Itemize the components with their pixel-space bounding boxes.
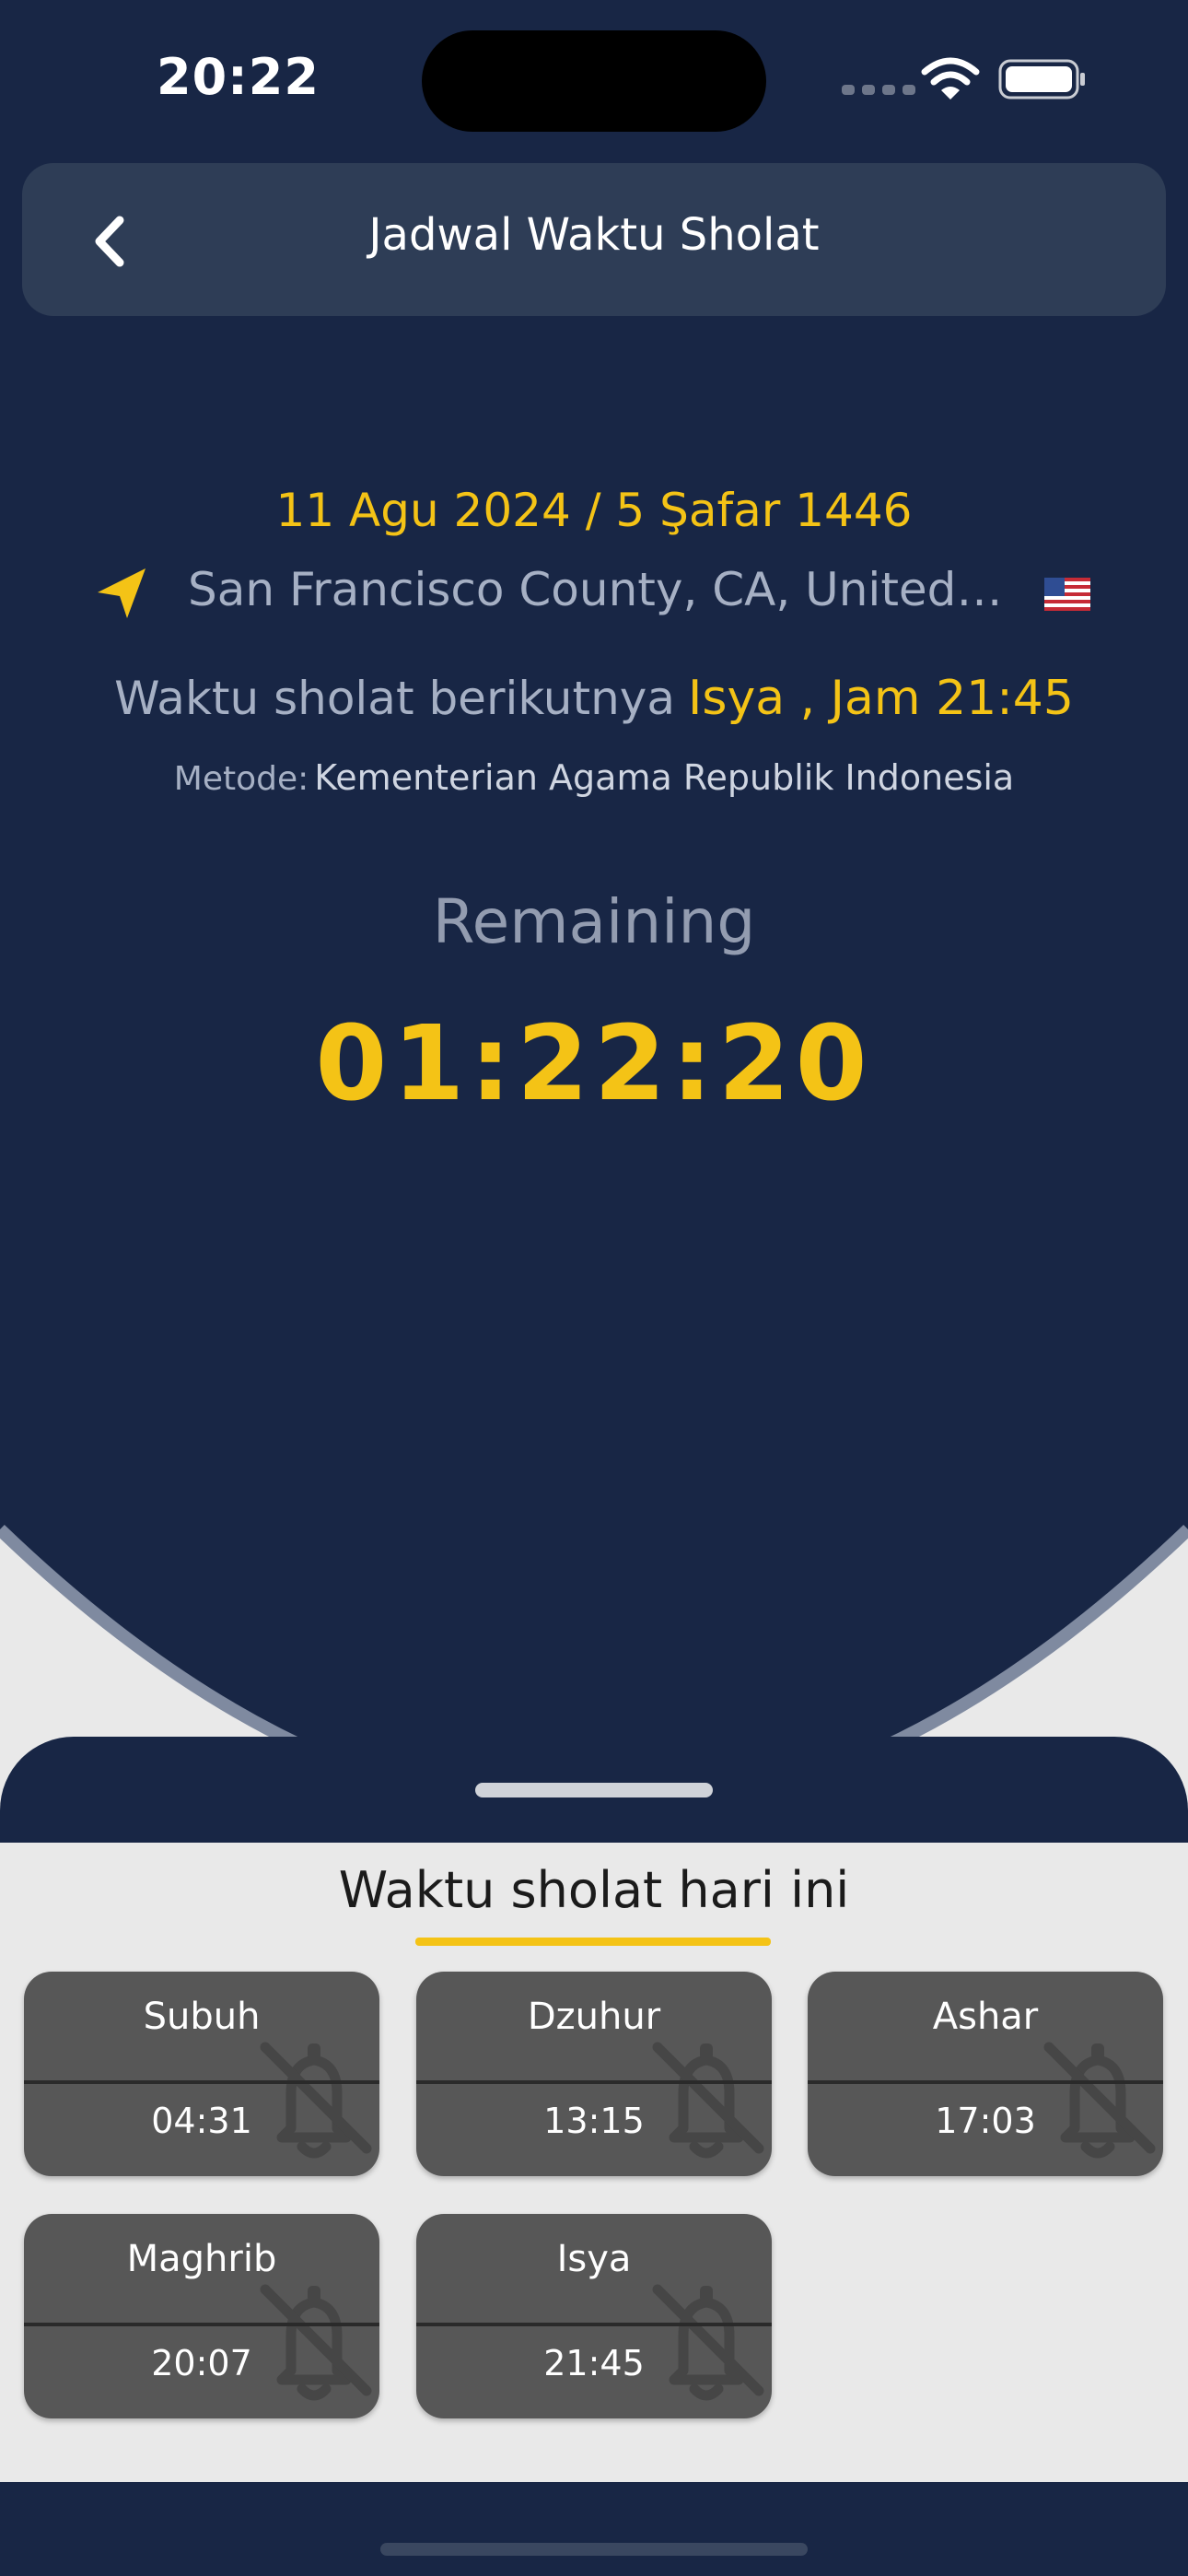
prayer-card-dzuhur[interactable]: Dzuhur 13:15 bbox=[416, 1972, 772, 2176]
bell-off-icon bbox=[652, 2042, 764, 2159]
dynamic-island bbox=[422, 30, 766, 132]
next-prayer-value: Isya , Jam 21:45 bbox=[688, 671, 1074, 726]
home-indicator[interactable] bbox=[380, 2543, 808, 2556]
card-divider bbox=[24, 2323, 379, 2326]
bell-off-icon bbox=[1043, 2042, 1156, 2159]
sheet-drag-handle[interactable] bbox=[475, 1783, 713, 1797]
prayer-time: 04:31 bbox=[151, 2101, 252, 2141]
countdown-timer: 01:22:20 bbox=[315, 1004, 873, 1124]
status-bar: 20:22 bbox=[0, 0, 1188, 157]
prayer-time: 20:07 bbox=[151, 2343, 252, 2383]
next-prayer-label: Waktu sholat berikutnya bbox=[114, 672, 676, 725]
remaining-label: Remaining bbox=[432, 886, 756, 957]
header-bar: Jadwal Waktu Sholat bbox=[22, 163, 1166, 316]
card-divider bbox=[416, 2323, 772, 2326]
location-text: San Francisco County, CA, United Sta... bbox=[188, 563, 1007, 616]
prayer-card-subuh[interactable]: Subuh 04:31 bbox=[24, 1972, 379, 2176]
location-arrow-icon bbox=[98, 568, 146, 618]
card-divider bbox=[416, 2080, 772, 2084]
bell-off-icon bbox=[260, 2284, 372, 2401]
prayer-time: 13:15 bbox=[543, 2101, 645, 2141]
next-prayer-line: Waktu sholat berikutnya Isya , Jam 21:45 bbox=[0, 671, 1188, 726]
signal-icon bbox=[842, 85, 915, 95]
prayer-card-ashar[interactable]: Ashar 17:03 bbox=[808, 1972, 1163, 2176]
prayer-name: Subuh bbox=[143, 1996, 261, 2038]
prayer-name: Maghrib bbox=[126, 2238, 277, 2280]
arc-decoration bbox=[0, 1474, 1188, 1751]
card-divider bbox=[808, 2080, 1163, 2084]
bell-off-icon bbox=[652, 2284, 764, 2401]
date-line: 11 Agu 2024 / 5 Şafar 1446 bbox=[275, 484, 913, 537]
prayer-card-isya[interactable]: Isya 21:45 bbox=[416, 2214, 772, 2418]
bottom-bar bbox=[0, 2482, 1188, 2576]
prayer-name: Ashar bbox=[932, 1996, 1039, 2038]
status-time: 20:22 bbox=[157, 48, 320, 106]
section-title: Waktu sholat hari ini bbox=[338, 1861, 850, 1919]
prayer-time: 17:03 bbox=[935, 2101, 1036, 2141]
method-label: Metode: bbox=[173, 760, 309, 798]
wifi-icon bbox=[921, 57, 980, 100]
us-flag-icon bbox=[1044, 578, 1090, 611]
card-divider bbox=[24, 2080, 379, 2084]
method-value: Kementerian Agama Republik Indonesia bbox=[314, 757, 1015, 798]
prayer-name: Dzuhur bbox=[527, 1996, 661, 2038]
page-title: Jadwal Waktu Sholat bbox=[368, 209, 820, 261]
bell-off-icon bbox=[260, 2042, 372, 2159]
bottom-sheet-header[interactable] bbox=[0, 1737, 1188, 1843]
prayer-time: 21:45 bbox=[543, 2343, 645, 2383]
section-underline bbox=[415, 1938, 771, 1946]
location-row[interactable]: San Francisco County, CA, United Sta... bbox=[0, 557, 1188, 631]
method-line: Metode: Kementerian Agama Republik Indone… bbox=[0, 757, 1188, 798]
prayer-name: Isya bbox=[556, 2238, 632, 2280]
prayer-card-maghrib[interactable]: Maghrib 20:07 bbox=[24, 2214, 379, 2418]
battery-icon bbox=[998, 59, 1085, 100]
